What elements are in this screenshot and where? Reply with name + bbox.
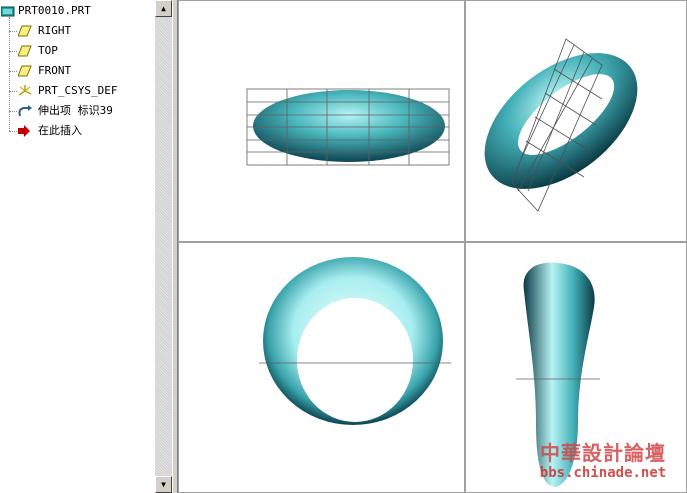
insert-here-arrow-icon xyxy=(18,125,30,137)
tree-item-csys[interactable]: PRT_CSYS_DEF xyxy=(0,82,150,100)
graphics-area xyxy=(178,0,687,493)
tree-item-top[interactable]: TOP xyxy=(0,42,150,60)
forum-watermark: 中華設計論壇 bbs.chinade.net xyxy=(528,437,678,487)
tree-branch xyxy=(9,111,17,112)
tree-item-label: 伸出项 标识39 xyxy=(38,104,113,117)
tree-item-insert-here[interactable]: 在此插入 xyxy=(0,122,150,140)
tree-branch xyxy=(9,131,17,132)
tree-item-label: FRONT xyxy=(38,64,72,77)
tree-item-label: PRT_CSYS_DEF xyxy=(38,84,118,97)
isometric-viewport[interactable] xyxy=(465,0,687,242)
tree-branch xyxy=(9,71,17,72)
tree-branch xyxy=(9,91,17,92)
datum-plane-icon xyxy=(18,65,32,77)
watermark-chinese: 中華設計論壇 xyxy=(540,441,666,465)
scroll-up-button[interactable]: ▲ xyxy=(155,0,172,17)
tree-item-label: RIGHT xyxy=(38,24,72,37)
tree-item-protrusion[interactable]: 伸出项 标识39 xyxy=(0,102,150,120)
datum-plane-icon xyxy=(18,45,32,57)
ring-top-silhouette xyxy=(253,90,445,162)
tree-scrollbar[interactable]: ▲ ▼ xyxy=(155,0,172,493)
front-view-viewport[interactable] xyxy=(178,242,465,493)
scroll-down-button[interactable]: ▼ xyxy=(155,476,172,493)
tree-branch xyxy=(9,51,17,52)
tree-item-label: PRT0010.PRT xyxy=(18,4,91,17)
model-tree: PRT0010.PRT RIGHT TOP FRONT PRT_CSYS_DEF xyxy=(0,0,155,493)
part-icon xyxy=(1,6,15,17)
front-view-model xyxy=(259,257,451,425)
tree-item-label: 在此插入 xyxy=(38,124,82,137)
tree-branch xyxy=(9,31,17,32)
watermark-url: bbs.chinade.net xyxy=(539,465,667,481)
top-view-model xyxy=(246,88,450,166)
datum-plane-icon xyxy=(18,25,32,37)
coordinate-system-icon xyxy=(18,85,32,96)
tree-item-front[interactable]: FRONT xyxy=(0,62,150,80)
ring-front-hole xyxy=(297,298,413,422)
tree-item-right[interactable]: RIGHT xyxy=(0,22,150,40)
protrusion-icon xyxy=(18,105,32,117)
tree-item-part[interactable]: PRT0010.PRT xyxy=(0,2,150,20)
tree-item-label: TOP xyxy=(38,44,58,57)
top-view-viewport[interactable] xyxy=(178,0,465,242)
isometric-model xyxy=(484,38,638,212)
